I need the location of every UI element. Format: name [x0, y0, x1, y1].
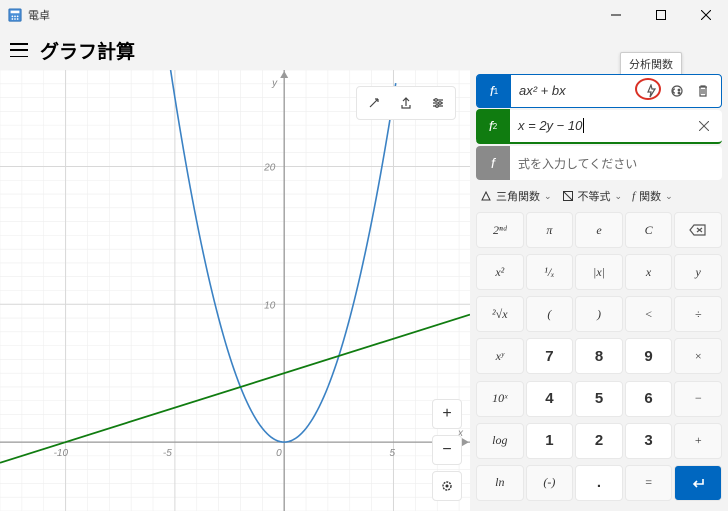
- function-badge-1: f1: [477, 74, 511, 108]
- key-2[interactable]: 2: [575, 423, 623, 459]
- func-dropdown[interactable]: f 関数⌄: [632, 188, 673, 204]
- key-4[interactable]: 4: [526, 381, 574, 417]
- minimize-button[interactable]: [593, 0, 638, 30]
- key-2[interactable]: 2ⁿᵈ: [476, 212, 524, 248]
- highlight-circle: [635, 78, 661, 100]
- keypad: 2ⁿᵈπeCx²¹/ₓ|x|xy ²√x()<÷ xʸ789× 10ˣ456− log1…: [476, 212, 722, 505]
- settings-icon[interactable]: [423, 89, 453, 117]
- delete-icon[interactable]: [693, 81, 713, 101]
- page-title: グラフ計算: [40, 37, 135, 64]
- keypad-toolbar: 三角関数⌄ 不等式⌄ f 関数⌄: [476, 182, 722, 208]
- function-panel: f1 ax² + bx f2 x = 2y − 10 f 式を入力してください: [470, 70, 728, 511]
- zoom-reset-button[interactable]: [432, 471, 462, 501]
- trace-icon[interactable]: [359, 89, 389, 117]
- key-C[interactable]: C: [625, 212, 673, 248]
- svg-text:20: 20: [263, 162, 276, 173]
- key-x[interactable]: x²: [476, 254, 524, 290]
- tooltip: 分析関数: [620, 52, 682, 76]
- key-log[interactable]: log: [476, 423, 524, 459]
- key-[interactable]: π: [526, 212, 574, 248]
- function-expr-2[interactable]: x = 2y − 10: [510, 118, 694, 134]
- svg-text:y: y: [271, 78, 278, 89]
- close-button[interactable]: [683, 0, 728, 30]
- key-9[interactable]: 9: [625, 338, 673, 374]
- key-x[interactable]: |x|: [575, 254, 623, 290]
- window-controls: [593, 0, 728, 30]
- ineq-dropdown[interactable]: 不等式⌄: [562, 188, 623, 204]
- zoom-in-button[interactable]: +: [432, 399, 462, 429]
- key-ln[interactable]: ln: [476, 465, 524, 501]
- key-x[interactable]: x: [625, 254, 673, 290]
- header: グラフ計算: [0, 30, 728, 70]
- key-1[interactable]: 1: [526, 423, 574, 459]
- svg-text:-5: -5: [163, 448, 172, 459]
- svg-text:-10: -10: [54, 448, 69, 459]
- function-row-1[interactable]: f1 ax² + bx: [476, 74, 722, 108]
- key-7[interactable]: 7: [526, 338, 574, 374]
- key-[interactable]: −: [674, 381, 722, 417]
- maximize-button[interactable]: [638, 0, 683, 30]
- key-[interactable]: (: [526, 296, 574, 332]
- hamburger-icon[interactable]: [10, 43, 28, 57]
- key-x[interactable]: xʸ: [476, 338, 524, 374]
- key-[interactable]: [674, 212, 722, 248]
- key-[interactable]: ¹/ₓ: [526, 254, 574, 290]
- key-[interactable]: .: [575, 465, 623, 501]
- key-5[interactable]: 5: [575, 381, 623, 417]
- key-x[interactable]: ²√x: [476, 296, 524, 332]
- share-icon[interactable]: [391, 89, 421, 117]
- function-placeholder[interactable]: 式を入力してください: [510, 155, 722, 172]
- key-y[interactable]: y: [674, 254, 722, 290]
- key-[interactable]: ÷: [674, 296, 722, 332]
- key-10[interactable]: 10ˣ: [476, 381, 524, 417]
- key-[interactable]: ×: [674, 338, 722, 374]
- graph-grid: -10-5051020yx: [0, 70, 470, 511]
- key-[interactable]: =: [625, 465, 673, 501]
- key-[interactable]: ): [575, 296, 623, 332]
- graph-canvas[interactable]: -10-5051020yx + −: [0, 70, 470, 511]
- svg-text:0: 0: [276, 448, 282, 459]
- analyze-icon[interactable]: [641, 81, 661, 101]
- function-row-2[interactable]: f2 x = 2y − 10: [476, 110, 722, 144]
- key-8[interactable]: 8: [575, 338, 623, 374]
- key-[interactable]: (-): [526, 465, 574, 501]
- trig-dropdown[interactable]: 三角関数⌄: [480, 188, 552, 204]
- key-[interactable]: <: [625, 296, 673, 332]
- function-badge-2: f2: [476, 109, 510, 143]
- key-[interactable]: +: [674, 423, 722, 459]
- zoom-out-button[interactable]: −: [432, 435, 462, 465]
- close-icon[interactable]: [694, 116, 714, 136]
- app-title: 電卓: [28, 7, 50, 23]
- app-icon: [8, 8, 22, 22]
- key-6[interactable]: 6: [625, 381, 673, 417]
- key-3[interactable]: 3: [625, 423, 673, 459]
- svg-text:5: 5: [389, 448, 395, 459]
- function-row-new[interactable]: f 式を入力してください: [476, 146, 722, 180]
- graph-toolbar: [356, 86, 456, 120]
- function-badge-new: f: [476, 146, 510, 180]
- svg-text:10: 10: [264, 300, 276, 311]
- zoom-controls: + −: [432, 399, 462, 501]
- key-[interactable]: [674, 465, 722, 501]
- style-icon[interactable]: [667, 81, 687, 101]
- key-e[interactable]: e: [575, 212, 623, 248]
- function-expr-1[interactable]: ax² + bx: [511, 83, 641, 99]
